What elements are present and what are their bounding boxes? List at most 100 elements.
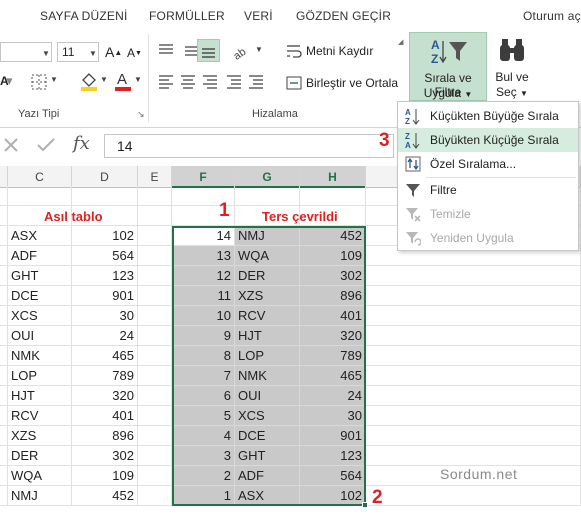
right-index-cell[interactable]: 2: [172, 466, 235, 486]
dialog-launcher-icon[interactable]: ◢: [398, 38, 403, 46]
right-value-cell[interactable]: 109: [300, 246, 366, 266]
right-index-cell[interactable]: 7: [172, 366, 235, 386]
find-select-button[interactable]: Bul ve Seç ▼: [490, 32, 534, 101]
font-color-icon[interactable]: A: [114, 70, 132, 91]
cell[interactable]: [366, 426, 581, 446]
left-value-cell[interactable]: 102: [72, 226, 138, 246]
left-code-cell[interactable]: ADF: [8, 246, 72, 266]
right-code-cell[interactable]: DER: [235, 266, 300, 286]
right-code-cell[interactable]: RCV: [235, 306, 300, 326]
left-value-cell[interactable]: 896: [72, 426, 138, 446]
cell[interactable]: [0, 366, 8, 386]
cell[interactable]: [138, 226, 172, 246]
chevron-down-icon[interactable]: ▼: [255, 45, 263, 54]
right-index-cell[interactable]: 10: [172, 306, 235, 326]
left-code-cell[interactable]: GHT: [8, 266, 72, 286]
menu-item-sort-descending[interactable]: ZA Büyükten Küçüğe Sırala: [398, 128, 578, 152]
right-code-cell[interactable]: DCE: [235, 426, 300, 446]
right-value-cell[interactable]: 24: [300, 386, 366, 406]
text-orientation-icon[interactable]: ab: [232, 43, 252, 61]
chevron-down-icon[interactable]: ▾: [6, 73, 13, 89]
enter-checkmark-icon[interactable]: [36, 137, 56, 153]
cell[interactable]: [0, 486, 8, 506]
cell[interactable]: [138, 346, 172, 366]
right-code-cell[interactable]: ASX: [235, 486, 300, 506]
sort-filter-button[interactable]: A Z Sırala ve Filtre Uygula ▼: [409, 32, 487, 101]
cell[interactable]: [138, 486, 172, 506]
right-index-cell[interactable]: 8: [172, 346, 235, 366]
left-value-cell[interactable]: 302: [72, 446, 138, 466]
cell[interactable]: [0, 226, 8, 246]
right-index-cell[interactable]: 3: [172, 446, 235, 466]
right-index-cell[interactable]: 5: [172, 406, 235, 426]
menu-item-custom-sort[interactable]: Özel Sıralama...: [398, 152, 578, 176]
right-index-cell[interactable]: 4: [172, 426, 235, 446]
cell[interactable]: [138, 246, 172, 266]
cell[interactable]: [366, 346, 581, 366]
increase-font-icon[interactable]: A ▲: [105, 44, 122, 60]
formula-input[interactable]: 14: [104, 134, 394, 158]
right-code-cell[interactable]: WQA: [235, 246, 300, 266]
left-code-cell[interactable]: XZS: [8, 426, 72, 446]
cell[interactable]: [138, 286, 172, 306]
right-value-cell[interactable]: 452: [300, 226, 366, 246]
cell[interactable]: [0, 466, 8, 486]
left-value-cell[interactable]: 465: [72, 346, 138, 366]
cell[interactable]: [0, 426, 8, 446]
cell[interactable]: [0, 266, 8, 286]
right-index-cell[interactable]: 14: [172, 226, 235, 246]
left-code-cell[interactable]: ASX: [8, 226, 72, 246]
left-value-cell[interactable]: 789: [72, 366, 138, 386]
column-header-d[interactable]: D: [72, 166, 138, 188]
left-value-cell[interactable]: 901: [72, 286, 138, 306]
left-value-cell[interactable]: 123: [72, 266, 138, 286]
right-value-cell[interactable]: 123: [300, 446, 366, 466]
align-bottom-button[interactable]: [197, 39, 220, 62]
right-value-cell[interactable]: 896: [300, 286, 366, 306]
cell[interactable]: [0, 246, 8, 266]
wrap-text-button[interactable]: Metni Kaydır: [286, 43, 373, 59]
cell[interactable]: [138, 326, 172, 346]
menu-item-clear[interactable]: Temizle: [398, 202, 578, 226]
chevron-down-icon[interactable]: ▼: [89, 49, 97, 58]
merge-center-button[interactable]: Birleştir ve Ortala: [286, 75, 398, 91]
left-value-cell[interactable]: 564: [72, 246, 138, 266]
cell[interactable]: [366, 306, 581, 326]
cell[interactable]: [72, 186, 138, 206]
borders-icon[interactable]: [31, 74, 47, 90]
right-index-cell[interactable]: 6: [172, 386, 235, 406]
right-value-cell[interactable]: 30: [300, 406, 366, 426]
right-code-cell[interactable]: NMK: [235, 366, 300, 386]
column-header-f[interactable]: F: [172, 166, 235, 188]
column-header-c[interactable]: C: [8, 166, 72, 188]
cell[interactable]: [366, 286, 581, 306]
left-code-cell[interactable]: DCE: [8, 286, 72, 306]
left-code-cell[interactable]: WQA: [8, 466, 72, 486]
left-code-cell[interactable]: LOP: [8, 366, 72, 386]
right-index-cell[interactable]: 1: [172, 486, 235, 506]
right-index-cell[interactable]: 13: [172, 246, 235, 266]
tab-review[interactable]: GÖZDEN GEÇİR: [296, 9, 391, 23]
left-code-cell[interactable]: NMK: [8, 346, 72, 366]
cancel-icon[interactable]: [3, 137, 19, 153]
cell[interactable]: [366, 446, 581, 466]
right-index-cell[interactable]: 9: [172, 326, 235, 346]
cell[interactable]: [0, 446, 8, 466]
right-code-cell[interactable]: XCS: [235, 406, 300, 426]
right-code-cell[interactable]: HJT: [235, 326, 300, 346]
cell[interactable]: [138, 406, 172, 426]
cell[interactable]: [366, 366, 581, 386]
chevron-down-icon[interactable]: ▼: [50, 75, 58, 84]
right-code-cell[interactable]: GHT: [235, 446, 300, 466]
menu-item-filter[interactable]: Filtre: [398, 178, 578, 202]
cell[interactable]: [366, 386, 581, 406]
menu-item-sort-ascending[interactable]: AZ Küçükten Büyüğe Sırala: [398, 104, 578, 128]
cell[interactable]: [0, 186, 8, 206]
cell[interactable]: [0, 306, 8, 326]
left-value-cell[interactable]: 452: [72, 486, 138, 506]
cell[interactable]: [366, 266, 581, 286]
fill-color-icon[interactable]: [80, 71, 98, 91]
chevron-down-icon[interactable]: ▼: [134, 75, 142, 84]
cell[interactable]: [8, 186, 72, 206]
cell[interactable]: [0, 286, 8, 306]
